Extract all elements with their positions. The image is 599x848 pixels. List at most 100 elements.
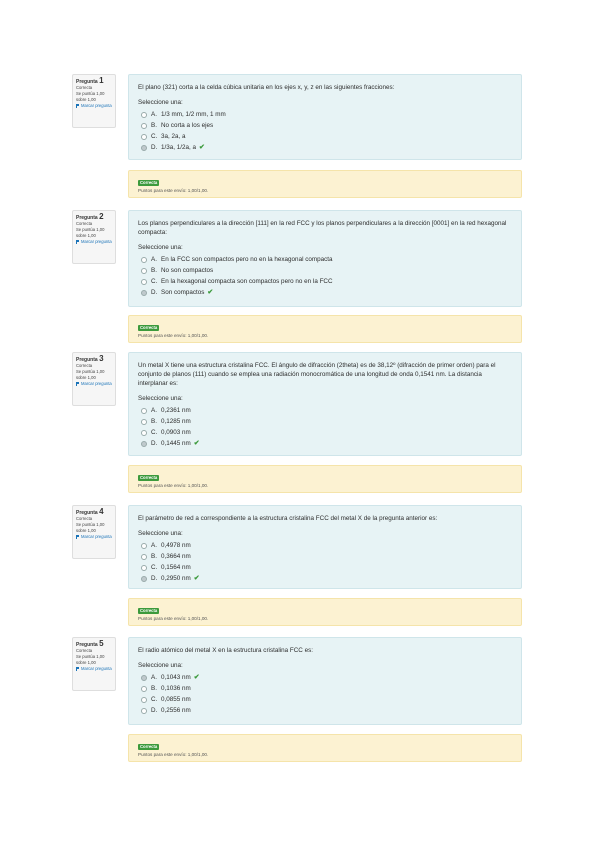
answer-option-a[interactable]: A. 0,2361 nm [138,405,512,416]
select-prompt: Seleccione una: [138,244,183,251]
answer-text: No corta a los ejes [161,122,214,129]
flag-question-link[interactable]: Marcar pregunta [76,239,112,245]
flag-question-link[interactable]: Marcar pregunta [76,103,112,109]
answer-text: 0,0903 nm [161,429,191,436]
answer-letter: D. [151,144,158,151]
answer-option-c[interactable]: C. 0,1564 nm [138,562,512,573]
answer-option-c[interactable]: C. 0,0903 nm [138,427,512,438]
radio-button-selected[interactable] [141,575,147,582]
flag-label: Marcar pregunta [81,103,112,108]
question-text: Los planos perpendiculares a la direcció… [138,220,507,236]
answer-option-a[interactable]: A. 0,4978 nm [138,540,512,551]
radio-button[interactable] [141,429,147,436]
answer-letter: C. [151,429,158,436]
answer-option-a[interactable]: A. En la FCC son compactos pero no en la … [138,254,512,265]
question-content: Los planos perpendiculares a la direcció… [128,210,522,307]
answer-text: En la hexagonal compacta son compactos p… [161,278,333,285]
radio-button-selected[interactable] [141,674,147,681]
select-prompt: Seleccione una: [138,395,183,402]
flag-question-link[interactable]: Marcar pregunta [76,666,112,672]
correct-badge: Correcta [138,180,160,186]
answer-option-d[interactable]: D. 1/3a, 1/2a, a ✔ [138,142,512,153]
answer-text: 0,2361 nm [161,407,191,414]
question-content: Un metal X tiene una estructura cristali… [128,352,522,456]
question-info: Pregunta 5 Correcta Se puntúa 1,00 sobre… [72,637,116,691]
question-content: El plano (321) corta a la celda cúbica u… [128,74,522,160]
answer-option-a[interactable]: A. 0,1043 nm ✔ [138,672,512,683]
answer-text: En la FCC son compactos pero no en la he… [161,256,333,263]
flag-question-link[interactable]: Marcar pregunta [76,381,112,387]
radio-button[interactable] [141,256,147,263]
radio-button[interactable] [141,696,147,703]
answer-option-b[interactable]: B. 0,1285 nm [138,416,512,427]
answer-option-c[interactable]: C. En la hexagonal compacta son compactos… [138,276,512,287]
flag-icon [76,535,80,539]
radio-button[interactable] [141,122,147,129]
radio-button[interactable] [141,111,147,118]
question-content: El parámetro de red a correspondiente a … [128,505,522,589]
answer-option-d[interactable]: D. 0,2950 nm ✔ [138,573,512,584]
correct-badge: Correcta [138,475,160,481]
answer-text: 1/3 mm, 1/2 mm, 1 mm [161,111,226,118]
question-number: 5 [99,639,104,648]
answer-text: 0,1564 nm [161,564,191,571]
answer-option-c[interactable]: C. 0,0855 nm [138,694,512,705]
answer-text: 0,1036 nm [161,685,191,692]
flag-label: Marcar pregunta [81,666,112,671]
answer-option-d[interactable]: D. Son compactos ✔ [138,287,512,298]
correct-badge: Correcta [138,744,160,750]
question-info: Pregunta 2 Correcta Se puntúa 1,00 sobre… [72,210,116,264]
answer-text: 0,4978 nm [161,542,191,549]
answer-text: Son compactos [161,289,205,296]
answer-list: A. 0,1043 nm ✔ B. 0,1036 nm C. 0,0855 nm D. 0… [138,672,512,716]
radio-button[interactable] [141,564,147,571]
radio-button-selected[interactable] [141,440,147,447]
radio-button[interactable] [141,278,147,285]
question-info: Pregunta 4 Correcta Se puntúa 1,00 sobre… [72,505,116,559]
feedback-score: Puntos para este envío: 1,00/1,00. [138,333,209,338]
radio-button[interactable] [141,267,147,274]
answer-option-b[interactable]: B. No son compactos [138,265,512,276]
feedback-box: Correcta Puntos para este envío: 1,00/1,… [128,734,522,762]
answer-option-b[interactable]: B. 0,3664 nm [138,551,512,562]
answer-text: 3a, 2a, a [161,133,186,140]
answer-option-c[interactable]: C. 3a, 2a, a [138,131,512,142]
feedback-box: Correcta Puntos para este envío: 1,00/1,… [128,170,522,198]
answer-letter: C. [151,278,158,285]
answer-letter: A. [151,542,157,549]
radio-button-selected[interactable] [141,289,147,296]
check-icon: ✔ [207,289,214,296]
answer-letter: A. [151,407,157,414]
question-points: Se puntúa 1,00 sobre 1,00 [76,227,105,238]
question-info: Pregunta 3 Correcta Se puntúa 1,00 sobre… [72,352,116,406]
answer-list: A. 0,4978 nm B. 0,3664 nm C. 0,1564 nm D. 0,… [138,540,512,584]
radio-button[interactable] [141,707,147,714]
answer-letter: B. [151,267,157,274]
answer-letter: C. [151,564,158,571]
radio-button-selected[interactable] [141,144,147,151]
answer-option-b[interactable]: B. 0,1036 nm [138,683,512,694]
radio-button[interactable] [141,418,147,425]
answer-option-a[interactable]: A. 1/3 mm, 1/2 mm, 1 mm [138,109,512,120]
feedback-score: Puntos para este envío: 1,00/1,00. [138,188,209,193]
flag-label: Marcar pregunta [81,381,112,386]
answer-letter: D. [151,440,158,447]
check-icon: ✔ [199,144,205,151]
answer-option-d[interactable]: D. 0,1445 nm ✔ [138,438,512,449]
flag-icon [76,240,80,244]
radio-button[interactable] [141,133,147,140]
question-number: 2 [99,212,104,221]
question-points: Se puntúa 1,00 sobre 1,00 [76,654,105,665]
radio-button[interactable] [141,553,147,560]
answer-option-b[interactable]: B. No corta a los ejes [138,120,512,131]
question-number: 4 [99,507,104,516]
radio-button[interactable] [141,407,147,414]
question-points: Se puntúa 1,00 sobre 1,00 [76,91,105,102]
flag-icon [76,382,80,386]
radio-button[interactable] [141,685,147,692]
radio-button[interactable] [141,542,147,549]
answer-option-d[interactable]: D. 0,2556 nm [138,705,512,716]
check-icon: ✔ [193,440,200,447]
question-text: El plano (321) corta a la celda cúbica u… [138,84,395,91]
flag-question-link[interactable]: Marcar pregunta [76,534,112,540]
